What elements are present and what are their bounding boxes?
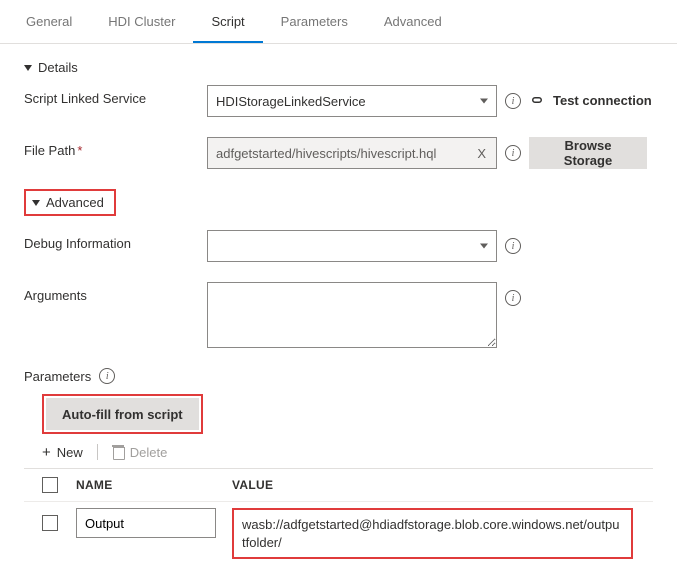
script-linked-service-label: Script Linked Service [24,85,199,106]
info-icon[interactable]: i [99,368,115,384]
debug-information-select[interactable] [207,230,497,262]
tab-script[interactable]: Script [193,0,262,43]
new-parameter-button[interactable]: + New [42,445,83,460]
script-linked-service-value: HDIStorageLinkedService [216,94,366,109]
info-icon[interactable]: i [505,93,521,109]
delete-label: Delete [130,445,168,460]
chevron-down-icon [480,244,488,249]
row-checkbox[interactable] [42,515,58,531]
select-all-checkbox[interactable] [42,477,58,493]
info-icon[interactable]: i [505,145,521,161]
clear-icon[interactable]: X [475,146,488,161]
required-asterisk-icon: * [77,143,82,158]
file-path-label: File Path* [24,137,199,158]
tab-bar: General HDI Cluster Script Parameters Ad… [0,0,677,44]
tab-general[interactable]: General [8,0,90,43]
advanced-header[interactable]: Advanced [24,189,116,216]
trash-icon [112,445,124,459]
file-path-input[interactable]: adfgetstarted/hivescripts/hivescript.hql… [207,137,497,169]
test-connection-button[interactable]: Test connection [553,93,652,108]
tab-parameters[interactable]: Parameters [263,0,366,43]
arguments-textarea[interactable] [207,282,497,348]
advanced-label: Advanced [46,195,104,210]
browse-storage-button[interactable]: Browse Storage [529,137,647,169]
link-icon [529,93,545,109]
parameters-header: Parameters i [24,368,653,384]
column-name-header: NAME [76,478,232,492]
parameter-value-input[interactable]: wasb://adfgetstarted@hdiadfstorage.blob.… [232,508,633,559]
plus-icon: + [42,445,51,460]
column-value-header: VALUE [232,478,273,492]
divider [97,444,98,460]
auto-fill-button[interactable]: Auto-fill from script [46,398,199,430]
parameters-table: NAME VALUE wasb://adfgetstarted@hdiadfst… [24,468,653,565]
delete-parameter-button[interactable]: Delete [112,445,168,460]
table-row: wasb://adfgetstarted@hdiadfstorage.blob.… [24,501,653,565]
new-label: New [57,445,83,460]
parameter-name-input[interactable] [76,508,216,538]
arguments-label: Arguments [24,282,199,303]
info-icon[interactable]: i [505,290,521,306]
caret-down-icon [32,200,40,206]
tab-hdi-cluster[interactable]: HDI Cluster [90,0,193,43]
details-label: Details [38,60,78,75]
tab-advanced[interactable]: Advanced [366,0,460,43]
parameters-label: Parameters [24,369,91,384]
file-path-value: adfgetstarted/hivescripts/hivescript.hql [216,146,436,161]
script-linked-service-select[interactable]: HDIStorageLinkedService [207,85,497,117]
details-header[interactable]: Details [24,56,653,85]
debug-information-label: Debug Information [24,230,199,251]
caret-down-icon [24,65,32,71]
chevron-down-icon [480,99,488,104]
info-icon[interactable]: i [505,238,521,254]
